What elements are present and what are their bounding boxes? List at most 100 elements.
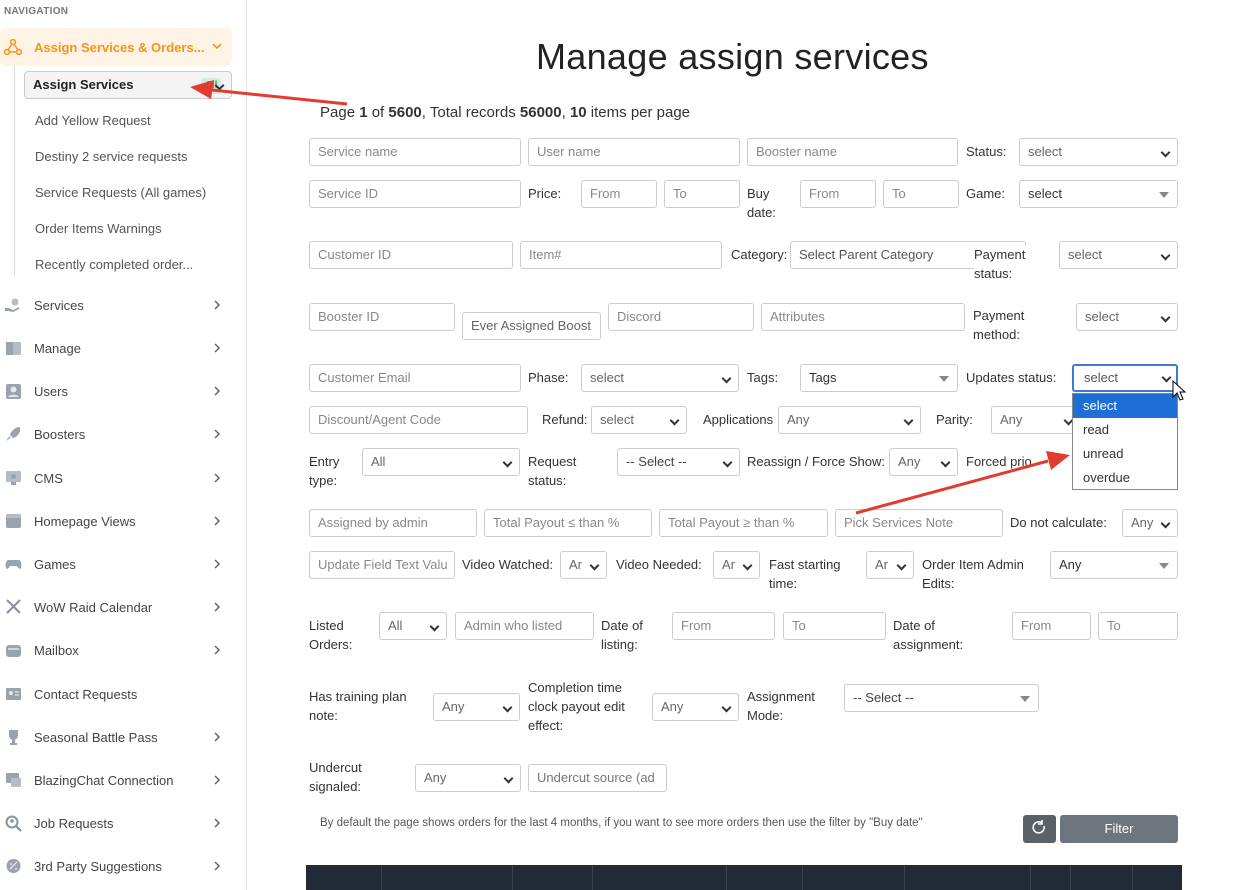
phase-select[interactable]: select [581, 364, 739, 392]
chevron-right-icon [214, 818, 221, 828]
gamepad-icon [5, 560, 22, 569]
option-select[interactable]: select [1073, 394, 1177, 418]
price-from-input[interactable]: From [581, 180, 657, 208]
booster-id-input[interactable]: Booster ID [309, 303, 455, 331]
payment-method-select[interactable]: select [1076, 303, 1178, 331]
applications-select[interactable]: Any [778, 406, 921, 434]
video-needed-select[interactable]: Ar [713, 551, 760, 579]
admin-who-listed-input[interactable]: Admin who listed [455, 612, 594, 640]
sidebar-item-services[interactable]: Services [0, 290, 232, 320]
updates-status-select[interactable]: select [1072, 364, 1178, 392]
update-field-text-input[interactable]: Update Field Text Valu [309, 551, 455, 579]
date-of-listing-label: Date of listing: [601, 618, 643, 652]
fast-starting-time-select[interactable]: Ar [866, 551, 914, 579]
sidebar-item-assign-services-orders[interactable]: Assign Services & Orders... [0, 28, 232, 66]
option-overdue[interactable]: overdue [1073, 466, 1177, 490]
payment-status-select[interactable]: select [1059, 241, 1178, 269]
reassign-select[interactable]: Any [889, 448, 958, 476]
sidebar-item-boosters[interactable]: Boosters [0, 419, 232, 449]
submenu-item-destiny2-requests[interactable]: Destiny 2 service requests [24, 143, 232, 171]
sidebar-item-3rd-party-suggestions[interactable]: 3rd Party Suggestions [0, 851, 232, 881]
undercut-signaled-select[interactable]: Any [415, 764, 521, 792]
option-unread[interactable]: unread [1073, 442, 1177, 466]
sidebar-item-job-requests[interactable]: Job Requests [0, 808, 232, 838]
trophy-icon [9, 730, 18, 745]
network-icon [4, 39, 22, 55]
user-name-input[interactable]: User name [528, 138, 740, 166]
total-payout-le-input[interactable]: Total Payout ≤ than % [484, 509, 652, 537]
sidebar-label: Mailbox [34, 642, 79, 658]
video-watched-select[interactable]: Ar [560, 551, 607, 579]
job-search-icon [5, 815, 22, 832]
parity-label: Parity: [936, 412, 973, 427]
sidebar-label: Users [34, 383, 68, 399]
sidebar-item-contact-requests[interactable]: Contact Requests [0, 679, 232, 709]
buy-date-to-input[interactable]: To [883, 180, 959, 208]
main-content: Manage assign services Page 1 of 5600, T… [248, 0, 1233, 890]
payment-status-label: Payment status: [974, 245, 1034, 283]
buy-date-from-input[interactable]: From [800, 180, 876, 208]
submenu-item-service-requests[interactable]: Service Requests (All games) [24, 179, 232, 207]
sidebar-item-wow-raid-calendar[interactable]: WoW Raid Calendar [0, 592, 232, 622]
tags-select[interactable]: Tags [800, 364, 958, 392]
game-select[interactable]: select [1019, 180, 1178, 208]
item-number-input[interactable]: Item# [520, 241, 722, 269]
assignment-to-input[interactable]: To [1098, 612, 1178, 640]
refund-select[interactable]: select [591, 406, 687, 434]
training-plan-select[interactable]: Any [433, 693, 520, 721]
assignment-mode-label: Assignment Mode: [747, 689, 815, 723]
total-payout-ge-input[interactable]: Total Payout ≥ than % [659, 509, 828, 537]
submenu-item-add-yellow-request[interactable]: Add Yellow Request [24, 107, 232, 135]
filter-button[interactable]: Filter [1060, 815, 1178, 843]
completion-time-select[interactable]: Any [652, 693, 739, 721]
discount-code-input[interactable]: Discount/Agent Code [309, 406, 528, 434]
sidebar-item-seasonal-battle-pass[interactable]: Seasonal Battle Pass [0, 722, 232, 752]
admin-edits-select[interactable]: Any [1050, 551, 1178, 579]
submenu-line [14, 66, 15, 276]
attributes-input[interactable]: Attributes [761, 303, 965, 331]
customer-email-input[interactable]: Customer Email [309, 364, 521, 392]
reset-button[interactable] [1023, 815, 1056, 843]
price-to-input[interactable]: To [664, 180, 740, 208]
entry-type-select[interactable]: All [362, 448, 520, 476]
listing-from-input[interactable]: From [672, 612, 775, 640]
ever-assigned-booster-input[interactable]: Ever Assigned Boost [462, 312, 601, 340]
undercut-source-input[interactable]: Undercut source (ad [528, 764, 667, 792]
parity-select[interactable]: Any [991, 406, 1081, 434]
sidebar-item-homepage-views[interactable]: Homepage Views [0, 506, 232, 536]
listing-to-input[interactable]: To [783, 612, 886, 640]
do-not-calculate-select[interactable]: Any [1122, 509, 1178, 537]
sidebar-item-cms[interactable]: CMS [0, 463, 232, 493]
assigned-by-admin-input[interactable]: Assigned by admin [309, 509, 477, 537]
undercut-signaled-label: Undercut signaled: [309, 760, 362, 794]
option-read[interactable]: read [1073, 418, 1177, 442]
sidebar-item-blazingchat[interactable]: BlazingChat Connection [0, 765, 232, 795]
video-needed-label: Video Needed: [616, 557, 702, 572]
status-select[interactable]: select [1019, 138, 1178, 166]
service-id-input[interactable]: Service ID [309, 180, 521, 208]
service-name-input[interactable]: Service name [309, 138, 521, 166]
submenu-item-assign-services[interactable]: Assign Services All [24, 71, 232, 99]
admin-edits-label: Order Item Admin Edits: [922, 557, 1024, 591]
discord-input[interactable]: Discord [608, 303, 754, 331]
homepage-icon [6, 514, 21, 528]
submenu-item-order-warnings[interactable]: Order Items Warnings [24, 215, 232, 243]
assignment-from-input[interactable]: From [1012, 612, 1091, 640]
sidebar-item-users[interactable]: Users [0, 376, 232, 406]
booster-name-input[interactable]: Booster name [747, 138, 958, 166]
chevron-right-icon [214, 429, 221, 439]
submenu-item-recently-completed[interactable]: Recently completed order... [24, 251, 232, 279]
customer-id-input[interactable]: Customer ID [309, 241, 513, 269]
sidebar-item-manage[interactable]: Manage [0, 333, 232, 363]
chevron-right-icon [214, 343, 221, 353]
sidebar-item-mailbox[interactable]: Mailbox [0, 635, 232, 665]
listed-orders-select[interactable]: All [379, 612, 447, 640]
sidebar-item-games[interactable]: Games [0, 549, 232, 579]
pick-services-note-input[interactable]: Pick Services Note [835, 509, 1003, 537]
chevron-right-icon [214, 775, 221, 785]
chevron-right-icon [214, 516, 221, 526]
all-badge: All [201, 78, 221, 94]
request-status-select[interactable]: -- Select -- [617, 448, 740, 476]
sidebar-label: Seasonal Battle Pass [34, 729, 158, 745]
assignment-mode-select[interactable]: -- Select -- [844, 684, 1039, 712]
